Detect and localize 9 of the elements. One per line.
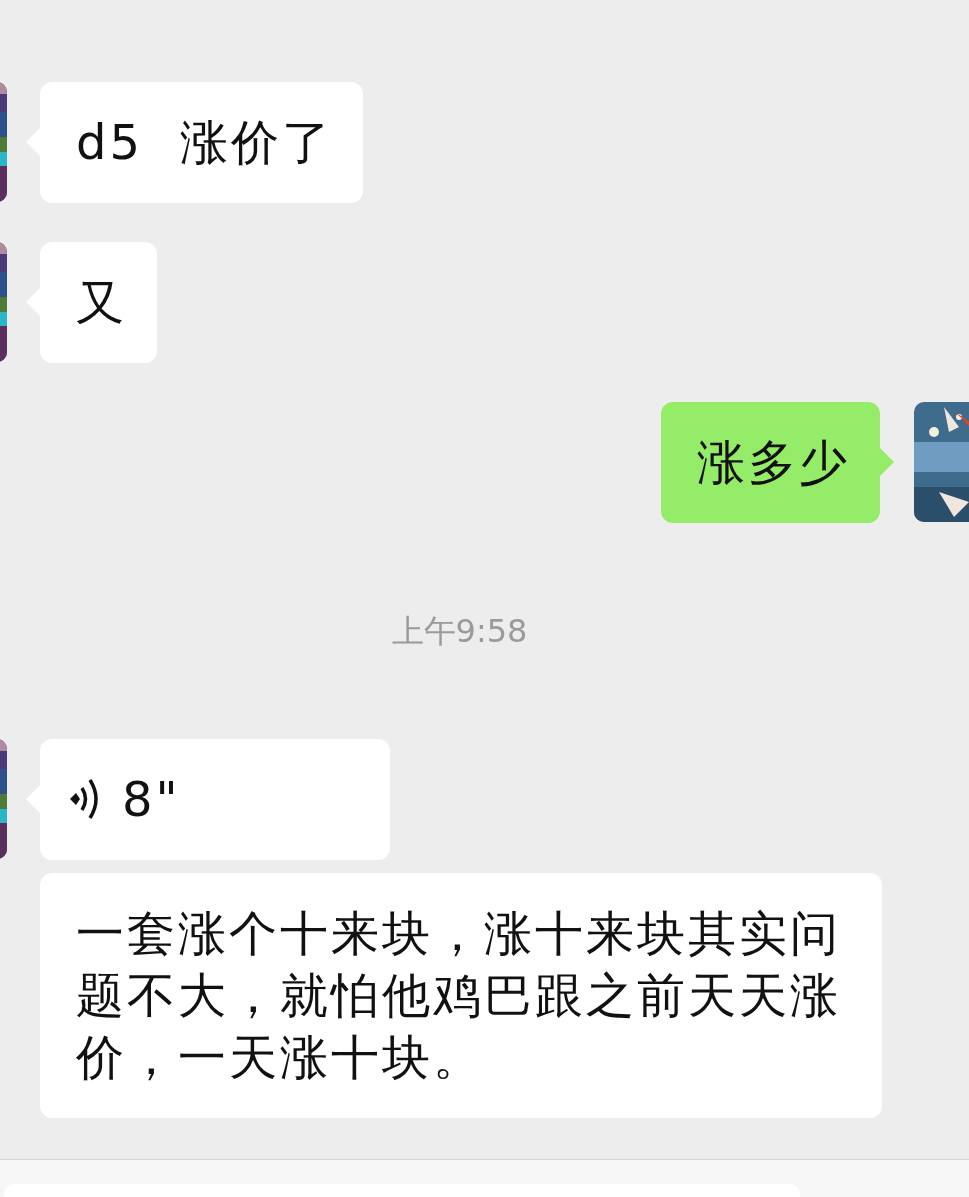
voice-duration: 8"	[122, 770, 181, 829]
timestamp: 上午9:58	[390, 611, 529, 652]
bubble-tail	[880, 448, 894, 476]
message-bubble: 一套涨个十来块，涨十来块其实问题不大，就怕他鸡巴跟之前天天涨价，一天涨十块。	[40, 873, 882, 1118]
message-bubble: d5 涨价了	[40, 82, 363, 203]
message-bubble: 又	[40, 242, 157, 363]
voice-icon	[68, 777, 100, 821]
message-bubble: 涨多少	[661, 402, 880, 523]
voice-message-bubble[interactable]: 8"	[40, 739, 390, 860]
